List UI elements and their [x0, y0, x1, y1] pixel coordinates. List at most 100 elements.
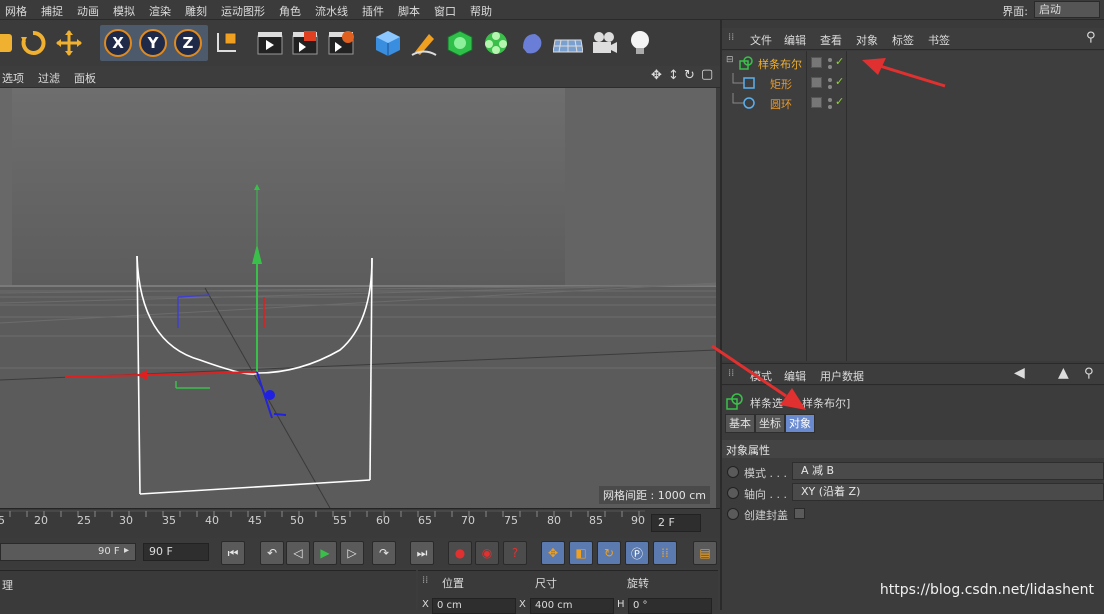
render-view-icon[interactable] [253, 25, 287, 61]
next-frame-button[interactable]: ▷ [340, 541, 364, 565]
render-visibility-dot[interactable] [828, 85, 832, 89]
subdivision-surface-icon[interactable] [443, 25, 477, 61]
menu-character[interactable]: 角色 [279, 3, 301, 19]
next-key-button[interactable]: ↷ [372, 541, 396, 565]
menu-plugins[interactable]: 插件 [362, 3, 384, 19]
end-frame-field[interactable]: 90 F [143, 543, 209, 561]
tab-basic[interactable]: 基本 [725, 414, 755, 433]
record-keys-button[interactable]: ● [448, 541, 472, 565]
render-settings-icon[interactable] [324, 25, 358, 61]
position-x-field[interactable]: 0 cm [432, 598, 516, 614]
tab-coordinates[interactable]: 坐标 [755, 414, 785, 433]
editor-visibility-dot[interactable] [828, 58, 832, 62]
menu-render[interactable]: 渲染 [149, 3, 171, 19]
menu-help[interactable]: 帮助 [470, 3, 492, 19]
cube-icon[interactable] [371, 25, 405, 61]
size-x-field[interactable]: 400 cm [530, 598, 614, 614]
om-menu-view[interactable]: 查看 [820, 32, 842, 48]
search-icon[interactable]: ⚲ [1084, 366, 1094, 381]
menu-script[interactable]: 脚本 [398, 3, 420, 19]
key-position-button[interactable]: ✥ [541, 541, 565, 565]
viewport-zoom-icon[interactable]: ↕ [668, 68, 679, 83]
layer-tag-icon[interactable] [811, 57, 822, 68]
key-parameter-button[interactable]: Ⓟ [625, 541, 649, 565]
layer-tag-icon[interactable] [811, 97, 822, 108]
viewport-menu-options[interactable]: 选项 [2, 70, 24, 86]
menu-pipeline[interactable]: 流水线 [315, 3, 348, 19]
back-arrow-icon[interactable]: ◀ [1014, 365, 1025, 381]
render-visibility-dot[interactable] [828, 65, 832, 69]
om-menu-file[interactable]: 文件 [750, 32, 772, 48]
floor-icon[interactable] [551, 25, 585, 61]
viewport-pan-icon[interactable]: ✥ [651, 68, 662, 83]
enabled-check-icon[interactable]: ✓ [835, 95, 844, 108]
pen-spline-icon[interactable] [407, 25, 441, 61]
x-axis-button[interactable]: X [101, 25, 135, 61]
frame-range-slider[interactable]: 90 F ▸ [0, 543, 136, 561]
viewport-rotate-icon[interactable]: ↻ [684, 68, 695, 83]
key-scale-button[interactable]: ◧ [569, 541, 593, 565]
mode-keyframe-icon[interactable] [727, 466, 739, 478]
cloner-icon[interactable] [479, 25, 513, 61]
render-visibility-dot[interactable] [828, 105, 832, 109]
om-menu-objects[interactable]: 对象 [856, 32, 878, 48]
axis-dropdown[interactable]: XY (沿着 Z) [792, 483, 1104, 501]
enabled-check-icon[interactable]: ✓ [835, 55, 844, 68]
coordinate-system-icon[interactable] [209, 25, 243, 61]
play-button[interactable]: ▶ [313, 541, 337, 565]
editor-visibility-dot[interactable] [828, 98, 832, 102]
menu-window[interactable]: 窗口 [434, 3, 456, 19]
autokey-button[interactable]: ◉ [475, 541, 499, 565]
menu-mograph[interactable]: 运动图形 [221, 3, 265, 19]
up-arrow-icon[interactable]: ▲ [1058, 365, 1069, 381]
enabled-check-icon[interactable]: ✓ [835, 75, 844, 88]
camera-icon[interactable] [587, 25, 621, 61]
timeline-window-button[interactable]: ▤ [693, 541, 717, 565]
prev-frame-button[interactable]: ◁ [286, 541, 310, 565]
go-to-end-button[interactable]: ⏭ [410, 541, 434, 565]
rotate-tool-icon[interactable] [16, 25, 50, 61]
am-menu-user-data[interactable]: 用户数据 [820, 368, 864, 384]
create-cap-checkbox[interactable] [794, 508, 805, 519]
layer-tag-icon[interactable] [811, 77, 822, 88]
deformer-icon[interactable] [515, 25, 549, 61]
mode-dropdown[interactable]: A 减 B [792, 462, 1104, 480]
viewport-3d[interactable]: 网格间距 : 1000 cm [0, 88, 716, 508]
menu-simulate[interactable]: 模拟 [113, 3, 135, 19]
y-axis-button[interactable]: Y [136, 25, 170, 61]
menu-sculpt[interactable]: 雕刻 [185, 3, 207, 19]
menu-snap[interactable]: 捕捉 [41, 3, 63, 19]
om-menu-edit[interactable]: 编辑 [784, 32, 806, 48]
timeline-ruler[interactable]: 5 20 25 30 35 40 45 50 55 60 65 70 75 80… [0, 508, 720, 538]
om-menu-bookmarks[interactable]: 书签 [928, 32, 950, 48]
keyframe-selection-button[interactable]: ? [503, 541, 527, 565]
light-icon[interactable] [623, 25, 657, 61]
render-picture-viewer-icon[interactable] [288, 25, 322, 61]
current-frame-field[interactable]: 2 F [651, 514, 701, 532]
viewport-menu-panel[interactable]: 面板 [74, 70, 96, 86]
tree-row-spline-boolean[interactable]: ⊟ 样条布尔 ✓ [722, 53, 1104, 73]
viewport-maximize-icon[interactable]: ▢ [701, 67, 713, 82]
am-menu-edit[interactable]: 编辑 [784, 368, 806, 384]
move-tool-icon[interactable] [52, 25, 86, 61]
tree-collapse-icon[interactable]: ⊟ [726, 55, 734, 65]
tree-row-rectangle[interactable]: 矩形 ✓ [722, 73, 1104, 93]
prev-key-button[interactable]: ↶ [260, 541, 284, 565]
am-menu-mode[interactable]: 模式 [750, 368, 772, 384]
go-to-start-button[interactable]: ⏮ [221, 541, 245, 565]
rotation-h-field[interactable]: 0 ° [628, 598, 712, 614]
om-menu-tags[interactable]: 标签 [892, 32, 914, 48]
key-rotation-button[interactable]: ↻ [597, 541, 621, 565]
menu-animate[interactable]: 动画 [77, 3, 99, 19]
tab-object[interactable]: 对象 [785, 414, 815, 433]
key-pla-button[interactable]: ⁞⁞ [653, 541, 677, 565]
tree-row-circle[interactable]: 圆环 ✓ [722, 93, 1104, 113]
z-axis-button[interactable]: Z [171, 25, 205, 61]
search-icon[interactable]: ⚲ [1086, 30, 1096, 45]
editor-visibility-dot[interactable] [828, 78, 832, 82]
cap-keyframe-icon[interactable] [727, 508, 739, 520]
axis-keyframe-icon[interactable] [727, 487, 739, 499]
menu-mesh[interactable]: 网格 [5, 3, 27, 19]
viewport-menu-filter[interactable]: 过滤 [38, 70, 60, 86]
layout-select[interactable]: 启动 [1034, 1, 1100, 18]
